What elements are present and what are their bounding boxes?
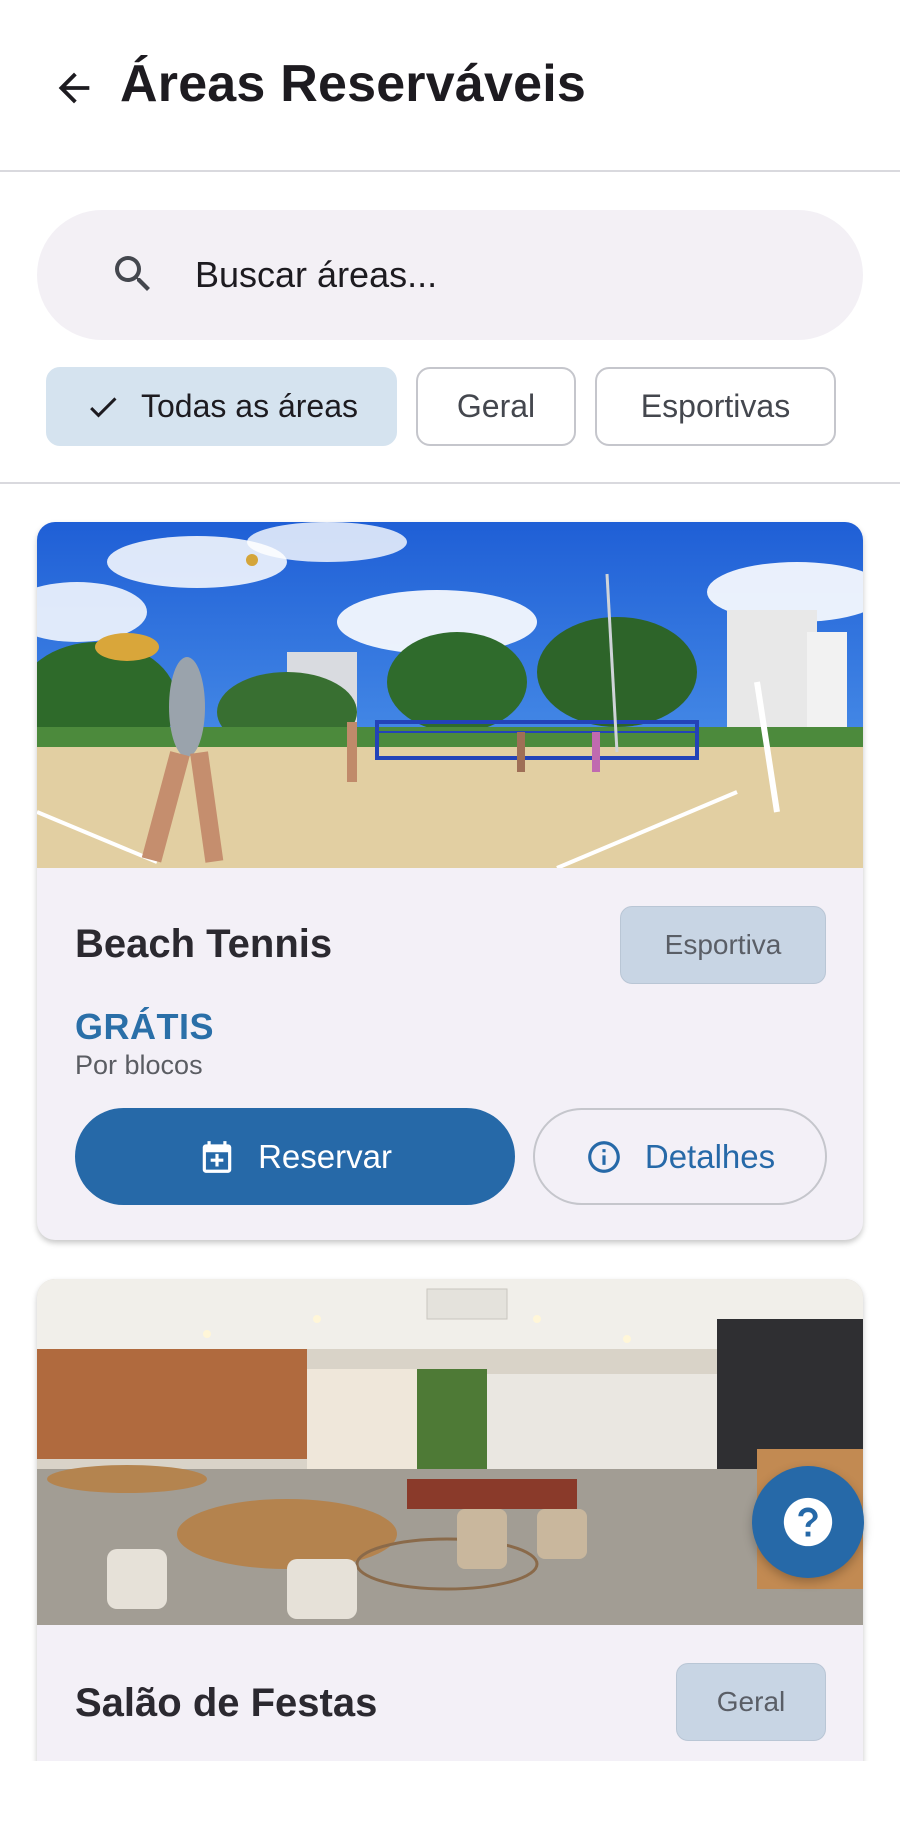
- arrow-left-icon: [58, 72, 90, 104]
- area-card[interactable]: Salão de Festas Geral: [37, 1279, 863, 1799]
- filter-chip-esportivas[interactable]: Esportivas: [595, 367, 836, 446]
- search-icon: [115, 256, 150, 291]
- area-image: [37, 522, 863, 868]
- details-button-label: Detalhes: [644, 1137, 776, 1175]
- filter-chip-label: Esportivas: [640, 388, 791, 424]
- area-image: [37, 1279, 863, 1625]
- help-button[interactable]: [752, 1466, 864, 1578]
- page-title: Áreas Reserváveis: [120, 55, 586, 113]
- calendar-add-icon: [202, 1140, 232, 1173]
- reserve-button-label: Reservar: [258, 1137, 392, 1175]
- info-icon: [588, 1140, 620, 1173]
- area-price: GRÁTIS: [75, 1006, 215, 1047]
- back-button[interactable]: [46, 60, 102, 116]
- app-bar: Áreas Reserváveis: [0, 0, 900, 172]
- filter-chip-geral[interactable]: Geral: [416, 367, 576, 446]
- beach-tennis-photo: [37, 522, 863, 868]
- details-button[interactable]: Detalhes: [533, 1108, 827, 1205]
- area-price-mode: Por blocos: [75, 1050, 203, 1080]
- search-bar[interactable]: [37, 210, 863, 340]
- reserve-button[interactable]: Reservar: [75, 1108, 515, 1205]
- search-input[interactable]: [195, 240, 815, 310]
- divider: [0, 482, 900, 484]
- filter-chip-all[interactable]: Todas as áreas: [46, 367, 397, 446]
- area-title: Beach Tennis: [75, 922, 333, 966]
- check-icon: [90, 396, 117, 417]
- party-hall-photo: [37, 1279, 863, 1625]
- filter-chip-label: Geral: [456, 388, 536, 424]
- area-title: Salão de Festas: [75, 1681, 378, 1725]
- area-type-badge: Geral: [676, 1663, 826, 1741]
- area-card[interactable]: Beach Tennis Esportiva GRÁTIS Por blocos…: [37, 522, 863, 1240]
- filter-chip-label: Todas as áreas: [140, 388, 358, 424]
- area-type-badge: Esportiva: [620, 906, 826, 984]
- bottom-area: [0, 1761, 900, 1839]
- help-icon: [783, 1497, 833, 1547]
